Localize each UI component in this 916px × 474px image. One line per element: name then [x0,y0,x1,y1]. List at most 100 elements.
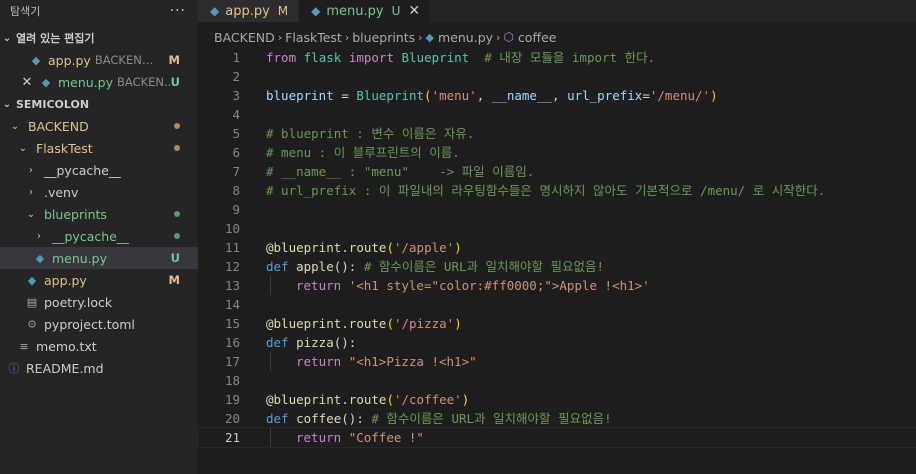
code-line: 17 return "<h1>Pizza !<h1>" [198,352,916,371]
comment: # url_prefix : 이 파일내의 라우팅함수들은 명시하지 않아도 기… [266,183,826,198]
tree-folder-pycache-blueprints[interactable]: › __pycache__ [0,225,198,247]
explorer-header: 탐색기 ··· [0,0,198,22]
tree-item-name: memo.txt [36,338,97,354]
untracked-badge: U [170,251,180,265]
code-line: 13 return '<h1 style="color:#ff0000;">App… [198,276,916,295]
token: # 함수이름은 URL과 일치해야할 필요없음! [363,411,612,426]
open-editor-item-app[interactable]: ◆ app.py BACKEND... M [0,49,198,71]
tree-item-name: pyproject.toml [44,316,135,332]
chevron-down-icon: ⌄ [2,32,12,44]
line-number: 14 [224,297,240,312]
line-number: 1 [232,50,240,65]
token: route [348,316,387,331]
tree-item-name: app.py [44,272,87,288]
token: url_prefix [567,88,643,103]
code-line: 20 def coffee(): # 함수이름은 URL과 일치해야할 필요없음! [198,409,916,428]
tree-item-name: __pycache__ [44,162,122,178]
chevron-down-icon: ⌄ [18,142,28,154]
code-line: 4 [198,105,916,124]
modified-badge: M [168,273,180,287]
tree-item-name: FlaskTest [36,140,93,156]
close-icon[interactable]: ✕ [20,75,34,90]
python-icon: ◆ [311,4,321,18]
close-icon[interactable]: ✕ [408,3,420,19]
token: @blueprint [266,392,342,407]
breadcrumb-item[interactable]: FlaskTest [285,30,342,45]
line-number: 20 [224,411,240,426]
chevron-down-icon: ⌄ [26,208,36,220]
comment: # menu : 이 블루프린트의 이름. [266,145,460,160]
tab-app-py[interactable]: ◆ app.py M [198,0,300,22]
lock-file-icon: ▤ [26,295,38,309]
chevron-right-icon: › [344,30,350,44]
token: . [341,392,349,407]
untracked-badge: U [170,75,180,89]
token: pizza [296,335,334,350]
code-line: 2 [198,67,916,86]
breadcrumb-item[interactable]: coffee [518,30,557,45]
breadcrumb-item[interactable]: blueprints [352,30,415,45]
python-icon: ◆ [210,4,220,18]
code-line: 14 [198,295,916,314]
line-number: 2 [232,69,240,84]
tree-file-readme[interactable]: ⓘ README.md [0,357,198,379]
tree-folder-venv[interactable]: › .venv [0,181,198,203]
code-text: from flask import Blueprint # 내장 모듈을 imp… [266,48,655,67]
code-line: 12 def apple(): # 함수이름은 URL과 일치해야할 필요없음! [198,257,916,276]
token: , [476,88,492,103]
token: ( [386,240,394,255]
editor-tab-bar: ◆ app.py M ◆ menu.py U ✕ [198,0,916,22]
token: blueprint [266,88,334,103]
tree-file-pyproject[interactable]: ⚙ pyproject.toml [0,313,198,335]
code-line: 15 @blueprint.route('/pizza') [198,314,916,333]
token: Blueprint [401,50,470,65]
tab-label: app.py [225,3,270,19]
tree-file-app-py[interactable]: ◆ app.py M [0,269,198,291]
open-editor-item-menu[interactable]: ✕ ◆ menu.py BACKEN... U [0,71,198,93]
code-text: def pizza(): [266,333,356,352]
code-line: 3 blueprint = Blueprint('menu', __name__,… [198,86,916,105]
tree-item-name: blueprints [44,206,107,222]
token: ( [386,316,394,331]
tree-folder-blueprints[interactable]: ⌄ blueprints [0,203,198,225]
line-number: 21 [224,430,240,445]
line-number: 8 [232,183,240,198]
untracked-dot [174,211,180,217]
open-editors-section[interactable]: ⌄ 열려 있는 편집기 [0,27,198,49]
line-number: 18 [224,373,240,388]
tree-folder-pycache[interactable]: › __pycache__ [0,159,198,181]
untracked-dot [174,233,180,239]
tree-file-memo[interactable]: ≡ memo.txt [0,335,198,357]
tree-file-poetry-lock[interactable]: ▤ poetry.lock [0,291,198,313]
line-number: 11 [224,240,240,255]
token: ) [454,316,462,331]
tree-file-menu-py[interactable]: ◆ menu.py U [0,247,198,269]
token: from [266,50,297,65]
token: apple [296,259,334,274]
code-line: 1 from flask import Blueprint # 내장 모듈을 im… [198,48,916,67]
token: def [266,411,289,426]
modified-dot [174,145,180,151]
code-line-current: 21 return "Coffee !" [197,427,916,448]
chevron-down-icon: ⌄ [2,98,12,110]
chevron-right-icon: › [496,30,501,44]
token: # 함수이름은 URL과 일치해야할 필요없음! [356,259,605,274]
workspace-section[interactable]: ⌄ SEMICOLON [0,93,198,115]
line-number: 5 [232,126,240,141]
token: '/menu/' [649,88,711,103]
line-number: 17 [224,354,240,369]
tab-menu-py[interactable]: ◆ menu.py U ✕ [299,0,432,22]
breadcrumb-item[interactable]: menu.py [438,30,493,45]
tree-folder-backend[interactable]: ⌄ BACKEND [0,115,198,137]
python-icon: ◆ [31,53,41,67]
line-number: 4 [232,107,240,122]
breadcrumb-item[interactable]: BACKEND [214,30,275,45]
token: (): [333,259,357,274]
code-text: blueprint = Blueprint('menu', __name__, … [266,86,718,105]
code-text: return "Coffee !" [296,428,424,447]
tree-folder-flasktest[interactable]: ⌄ FlaskTest [0,137,198,159]
more-actions-icon[interactable]: ··· [170,3,186,19]
indent-guide [270,352,271,371]
line-number: 13 [224,278,240,293]
code-editor[interactable]: 1 from flask import Blueprint # 내장 모듈을 im… [197,48,916,474]
